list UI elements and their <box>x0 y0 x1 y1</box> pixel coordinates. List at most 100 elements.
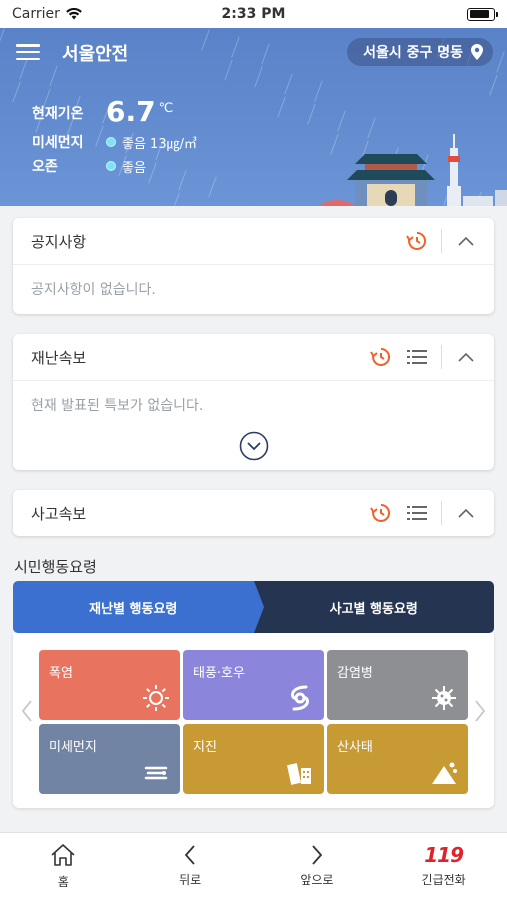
nav-forward-label: 앞으로 <box>300 873 334 887</box>
list-icon <box>407 350 427 364</box>
notice-body: 공지사항이 없습니다. <box>13 264 494 313</box>
tile-label: 산사태 <box>337 740 373 755</box>
menu-button[interactable] <box>16 42 40 62</box>
tool-divider <box>441 229 442 253</box>
tab-disaster-guide[interactable]: 재난별 행동요령 <box>13 581 263 633</box>
chevron-up-icon <box>458 508 474 518</box>
citizen-guide-title: 시민행동요령 <box>14 558 97 576</box>
nav-back-label: 뒤로 <box>179 873 202 887</box>
tab-accident-guide[interactable]: 사고별 행동요령 <box>253 581 494 633</box>
status-bar: Carrier 2:33 PM <box>0 0 507 28</box>
notice-card-header: 공지사항 <box>13 218 494 264</box>
bottom-nav: 홈 뒤로 앞으로 119 긴급전화 <box>0 832 507 900</box>
carrier-label: Carrier <box>12 6 60 22</box>
chevron-up-icon <box>458 236 474 246</box>
battery-fill <box>469 10 490 18</box>
refresh-clock-icon <box>370 347 390 366</box>
rain-streak <box>0 28 5 50</box>
tile-label: 폭염 <box>49 666 73 681</box>
accident-card: 사고속보 <box>13 490 494 536</box>
disaster-list-button[interactable] <box>399 334 435 380</box>
tile-label: 태풍·호우 <box>193 666 245 681</box>
temperature-label: 현재기온 <box>32 106 84 122</box>
menu-icon-bar <box>16 50 40 54</box>
notice-collapse-button[interactable] <box>448 218 484 264</box>
rain-streak <box>254 66 263 88</box>
status-left: Carrier <box>12 6 82 22</box>
disaster-expand-button[interactable] <box>239 431 269 461</box>
home-icon <box>51 844 75 866</box>
tile-infectious-disease[interactable]: 감염병 <box>327 650 468 720</box>
disaster-body: 현재 발표된 특보가 없습니다. <box>13 380 494 470</box>
disaster-card: 재난속보 현재 발표된 특보가 없습니다. <box>13 334 494 470</box>
disaster-card-header: 재난속보 <box>13 334 494 380</box>
nav-forward[interactable]: 앞으로 <box>254 833 381 900</box>
notice-card: 공지사항 공지사항이 없습니다. <box>13 218 494 314</box>
rain-streak <box>284 73 293 95</box>
rain-streak <box>171 192 180 206</box>
disaster-tools <box>363 334 484 380</box>
chevron-left-icon <box>21 700 32 722</box>
weather-panel: 현재기온 6.7 ℃ 미세먼지 좋음 13㎍/㎥ 오존 좋음 <box>32 94 197 178</box>
nav-home-label: 홈 <box>57 875 69 889</box>
tile-earthquake[interactable]: 지진 <box>183 724 324 794</box>
rain-streak <box>12 81 21 103</box>
battery-icon <box>467 7 498 21</box>
tile-label: 미세먼지 <box>49 740 97 755</box>
ozone-label: 오존 <box>32 159 58 175</box>
fine-dust-row: 미세먼지 좋음 13㎍/㎥ <box>32 130 197 154</box>
chevron-down-circle-icon <box>239 431 269 461</box>
nav-emergency-label: 긴급전화 <box>421 873 466 887</box>
temperature-value: 6.7 <box>106 94 156 128</box>
rain-streak <box>489 74 498 96</box>
chevron-up-icon <box>458 352 474 362</box>
nav-emergency-call[interactable]: 119 긴급전화 <box>380 833 507 900</box>
tile-typhoon-rain[interactable]: 태풍·호우 <box>183 650 324 720</box>
typhoon-icon <box>291 685 309 711</box>
disaster-refresh-button[interactable] <box>363 334 399 380</box>
tool-divider <box>441 501 442 525</box>
landslide-icon <box>432 762 457 784</box>
earthquake-icon <box>287 763 311 785</box>
chevron-left-icon <box>184 845 195 865</box>
tile-landslide[interactable]: 산사태 <box>327 724 468 794</box>
temperature-row: 현재기온 6.7 ℃ <box>32 94 197 130</box>
rain-streak <box>261 43 270 65</box>
guide-grid-panel: 폭염 태풍·호우 감염병 미세먼지 지진 산사태 <box>13 633 494 808</box>
disaster-collapse-button[interactable] <box>448 334 484 380</box>
list-icon <box>407 506 427 520</box>
nav-back[interactable]: 뒤로 <box>127 833 254 900</box>
chevron-right-icon <box>312 845 323 865</box>
tile-fine-dust[interactable]: 미세먼지 <box>39 724 180 794</box>
accident-title: 사고속보 <box>31 504 87 523</box>
refresh-clock-icon <box>406 231 426 250</box>
location-button[interactable]: 서울시 중구 명동 <box>347 38 493 66</box>
ozone-value: 좋음 <box>122 160 146 176</box>
notice-refresh-button[interactable] <box>399 218 435 264</box>
rain-streak <box>201 29 210 51</box>
tile-label: 지진 <box>193 740 217 755</box>
grid-next-button[interactable] <box>470 699 490 723</box>
tile-label: 감염병 <box>337 666 373 681</box>
rain-streak <box>208 176 217 198</box>
guide-tabs: 재난별 행동요령 사고별 행동요령 <box>13 581 494 633</box>
menu-icon-bar <box>16 57 40 60</box>
chevron-right-icon <box>475 700 486 722</box>
rain-streak <box>277 96 286 118</box>
rain-streak <box>314 80 323 102</box>
disaster-title: 재난속보 <box>31 348 87 367</box>
accident-refresh-button[interactable] <box>363 490 399 536</box>
accident-collapse-button[interactable] <box>448 490 484 536</box>
accident-card-header: 사고속보 <box>13 490 494 536</box>
seoul-skyline-illustration <box>319 134 507 206</box>
virus-icon <box>432 686 456 710</box>
fine-dust-value: 좋음 13㎍/㎥ <box>122 136 197 152</box>
accident-list-button[interactable] <box>399 490 435 536</box>
disaster-empty-text: 현재 발표된 특보가 없습니다. <box>31 398 204 414</box>
accident-tools <box>363 490 484 536</box>
grid-prev-button[interactable] <box>17 699 37 723</box>
tile-heatwave[interactable]: 폭염 <box>39 650 180 720</box>
temperature-unit: ℃ <box>158 100 174 116</box>
nav-home[interactable]: 홈 <box>0 833 127 900</box>
location-label: 서울시 중구 명동 <box>363 45 463 61</box>
